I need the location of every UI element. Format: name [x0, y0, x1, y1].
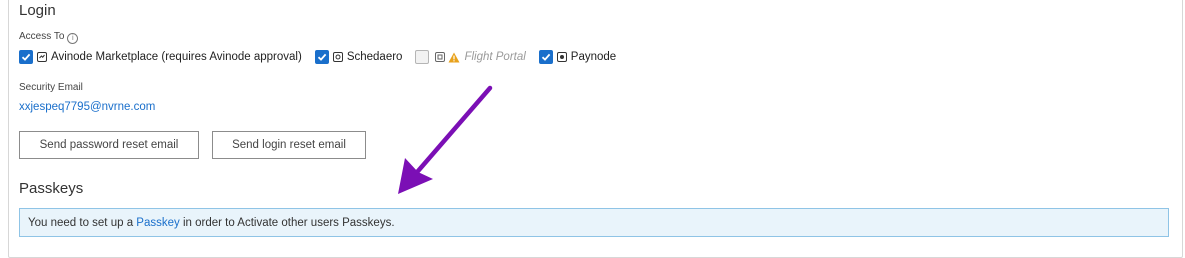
flight-portal-checkbox[interactable]	[415, 50, 430, 64]
warning-icon	[448, 52, 460, 63]
paynode-label: Paynode	[570, 51, 617, 63]
passkeys-section-title: Passkeys	[19, 180, 84, 197]
avinode-marketplace-checkbox[interactable]	[19, 50, 33, 64]
checkmark-icon	[21, 53, 31, 61]
access-to-text: Access To	[19, 31, 65, 42]
send-password-reset-button[interactable]: Send password reset email	[19, 131, 199, 159]
access-to-label: Access To i	[19, 31, 79, 44]
flight-portal-label: Flight Portal	[464, 51, 526, 63]
avinode-marketplace-label: Avinode Marketplace (requires Avinode ap…	[51, 51, 302, 63]
notice-text-suffix: in order to Activate other users Passkey…	[179, 216, 395, 229]
notice-text-prefix: You need to set up a	[28, 216, 137, 229]
schedaero-label: Schedaero	[346, 51, 403, 63]
flight-portal-icon	[435, 52, 446, 62]
passkey-info-notice: You need to set up a Passkey in order to…	[19, 208, 1169, 237]
schedaero-checkbox[interactable]	[314, 50, 329, 64]
login-section-title: Login	[19, 2, 56, 19]
passkey-link[interactable]: Passkey	[136, 217, 179, 229]
info-icon[interactable]: i	[67, 33, 79, 44]
checkmark-icon	[541, 53, 551, 61]
paynode-checkbox[interactable]	[538, 50, 553, 64]
paynode-icon	[556, 52, 567, 62]
schedaero-icon	[332, 52, 343, 62]
security-email-label: Security Email	[19, 82, 83, 93]
security-email-link[interactable]: xxjespeq7795@nvrne.com	[19, 101, 155, 113]
checkmark-icon	[317, 53, 327, 61]
avinode-marketplace-icon	[37, 52, 47, 62]
send-login-reset-button[interactable]: Send login reset email	[212, 131, 366, 159]
access-to-row: Avinode Marketplace (requires Avinode ap…	[19, 48, 616, 66]
